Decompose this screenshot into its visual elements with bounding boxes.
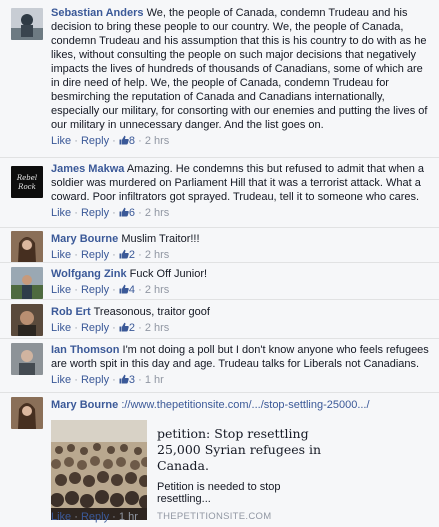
comment-body: Sebastian Anders We, the people of Canad…: [51, 6, 429, 148]
avatar[interactable]: [11, 231, 43, 263]
comment: Mary Bourne Muslim Traitor!!! Like · Rep…: [0, 227, 439, 265]
like-link[interactable]: Like: [51, 135, 71, 147]
thumbs-up-icon: [119, 322, 129, 332]
avatar[interactable]: [11, 267, 43, 299]
comment-body: Rob Ert Treasonous, traitor goof Like · …: [51, 305, 429, 335]
avatar[interactable]: [11, 397, 43, 429]
thumbs-up-icon: [119, 249, 129, 259]
timestamp[interactable]: 2 hrs: [145, 249, 169, 261]
like-count[interactable]: 4: [119, 284, 135, 296]
comment-text: We, the people of Canada, condemn Trudea…: [51, 7, 428, 131]
comment: Mary Bourne ://www.thepetitionsite.com/.…: [0, 392, 439, 527]
comment-author[interactable]: Mary Bourne: [51, 399, 118, 411]
like-count[interactable]: 3: [119, 374, 135, 386]
comment: Rob Ert Treasonous, traitor goof Like · …: [0, 299, 439, 339]
like-count[interactable]: 2: [119, 249, 135, 261]
timestamp[interactable]: 1 hr: [119, 511, 138, 523]
comment: Ian Thomson I'm not doing a poll but I d…: [0, 338, 439, 392]
comment-actions-row: Like · Reply · 1 hr: [51, 510, 429, 524]
comment-text: Muslim Traitor!!!: [121, 233, 200, 245]
link-preview[interactable]: petition: Stop resettling 25,000 Syrian …: [51, 420, 323, 522]
thumbs-up-icon: [119, 374, 129, 384]
like-link[interactable]: Like: [51, 322, 71, 334]
reply-link[interactable]: Reply: [81, 135, 109, 147]
comment-author[interactable]: Rob Ert: [51, 306, 91, 318]
comment-author[interactable]: Sebastian Anders: [51, 7, 144, 19]
comment-actions: Like · Reply · 4 · 2 hrs: [51, 284, 170, 296]
link-preview-description: Petition is needed to stop resettling...: [157, 481, 281, 505]
comment-actions: Like · Reply · 3 · 1 hr: [51, 374, 164, 386]
avatar[interactable]: [11, 343, 43, 375]
timestamp[interactable]: 1 hr: [145, 374, 164, 386]
like-count[interactable]: 2: [119, 322, 135, 334]
svg-text:Rock: Rock: [17, 183, 36, 191]
comment-author[interactable]: Ian Thomson: [51, 344, 119, 356]
comment-link[interactable]: ://www.thepetitionsite.com/.../stop-sett…: [121, 399, 369, 411]
svg-text:Rebel: Rebel: [16, 174, 37, 182]
comment-actions: Like · Reply · 1 hr: [51, 511, 138, 523]
avatar[interactable]: Rebel Rock: [11, 166, 43, 198]
comment-actions: Like · Reply · 2 · 2 hrs: [51, 322, 170, 334]
link-preview-image[interactable]: [51, 420, 147, 520]
like-link[interactable]: Like: [51, 207, 71, 219]
comment: Sebastian Anders We, the people of Canad…: [0, 0, 439, 157]
reply-link[interactable]: Reply: [81, 284, 109, 296]
comment-thread: Sebastian Anders We, the people of Canad…: [0, 0, 439, 527]
like-link[interactable]: Like: [51, 374, 71, 386]
reply-link[interactable]: Reply: [81, 322, 109, 334]
comment-author[interactable]: James Makwa: [51, 163, 124, 175]
comment-body: Mary Bourne ://www.thepetitionsite.com/.…: [51, 398, 429, 412]
reply-link[interactable]: Reply: [81, 207, 109, 219]
reply-link[interactable]: Reply: [81, 374, 109, 386]
comment-body: Ian Thomson I'm not doing a poll but I d…: [51, 343, 429, 387]
comment: Wolfgang Zink Fuck Off Junior! Like · Re…: [0, 262, 439, 300]
comment-author[interactable]: Mary Bourne: [51, 233, 118, 245]
comment-actions: Like · Reply · 8 · 2 hrs: [51, 135, 170, 147]
comment-actions: Like · Reply · 2 · 2 hrs: [51, 249, 170, 261]
link-preview-title[interactable]: petition: Stop resettling 25,000 Syrian …: [157, 426, 327, 474]
timestamp[interactable]: 2 hrs: [145, 322, 169, 334]
avatar[interactable]: [11, 304, 43, 336]
thumbs-up-icon: [119, 135, 129, 145]
comment: Rebel Rock James Makwa Amazing. He conde…: [0, 157, 439, 227]
comment-body: Wolfgang Zink Fuck Off Junior! Like · Re…: [51, 267, 429, 297]
comment-actions: Like · Reply · 6 · 2 hrs: [51, 207, 170, 219]
like-link[interactable]: Like: [51, 284, 71, 296]
comment-body: James Makwa Amazing. He condemns this bu…: [51, 162, 429, 220]
comment-body: Mary Bourne Muslim Traitor!!! Like · Rep…: [51, 232, 429, 262]
avatar[interactable]: [11, 8, 43, 40]
reply-link[interactable]: Reply: [81, 249, 109, 261]
like-count[interactable]: 8: [119, 135, 135, 147]
comment-text: Treasonous, traitor goof: [93, 306, 210, 318]
thumbs-up-icon: [119, 284, 129, 294]
thumbs-up-icon: [119, 207, 129, 217]
timestamp[interactable]: 2 hrs: [145, 207, 169, 219]
like-link[interactable]: Like: [51, 249, 71, 261]
reply-link[interactable]: Reply: [81, 511, 109, 523]
comment-text: Fuck Off Junior!: [129, 268, 208, 280]
comment-author[interactable]: Wolfgang Zink: [51, 268, 127, 280]
link-preview-text[interactable]: petition: Stop resettling 25,000 Syrian …: [157, 426, 327, 522]
timestamp[interactable]: 2 hrs: [145, 284, 169, 296]
timestamp[interactable]: 2 hrs: [145, 135, 169, 147]
like-count[interactable]: 6: [119, 207, 135, 219]
like-link[interactable]: Like: [51, 511, 71, 523]
